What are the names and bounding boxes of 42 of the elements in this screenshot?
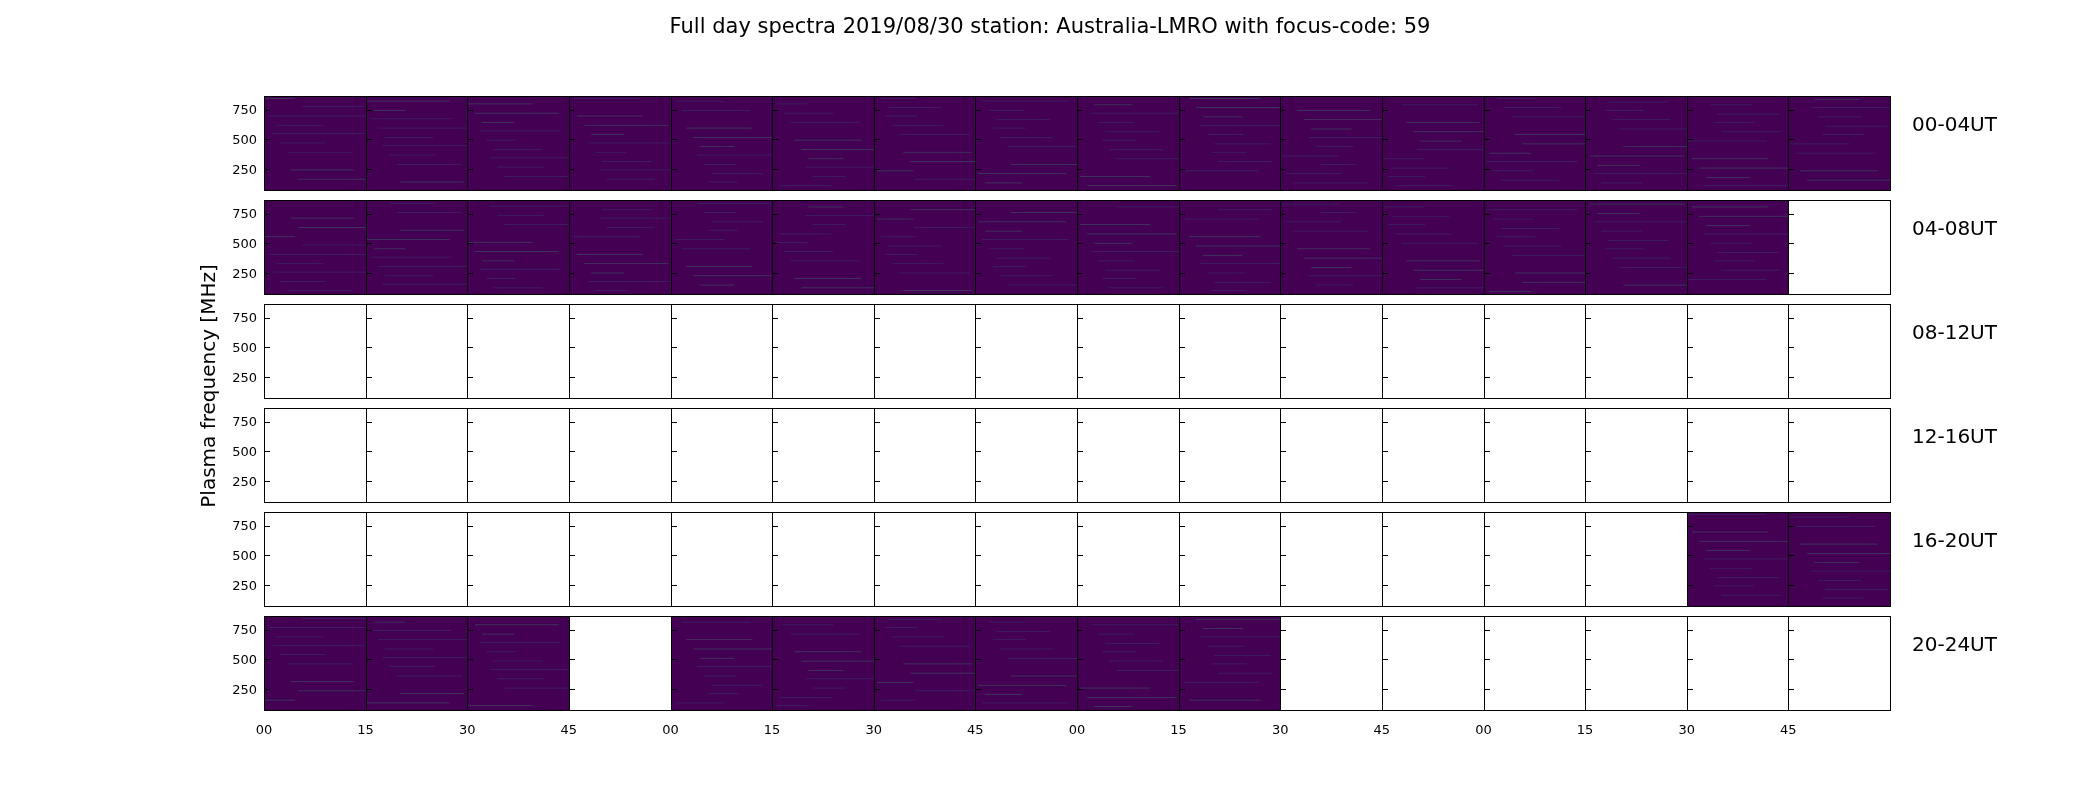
tick-label: 00	[1475, 722, 1492, 737]
tick-label: 500	[232, 651, 257, 667]
tick-label: 250	[232, 577, 257, 593]
tick-label: 15	[1170, 722, 1187, 737]
tick-label: 15	[357, 722, 374, 737]
row-label: 00-04UT	[1911, 111, 1997, 136]
tick-label: 15	[763, 722, 781, 737]
tick-label: 750	[232, 101, 257, 117]
tick-label: 750	[232, 205, 257, 221]
tick-label: 500	[232, 547, 257, 563]
tick-label: 500	[232, 131, 257, 147]
chart-title: Full day spectra 2019/08/30 station: Australia-LMRO with focus-code: 59	[668, 13, 1432, 40]
tick-label: 750	[232, 621, 257, 637]
tick-label: 45	[1373, 722, 1391, 737]
tick-label: 45	[1780, 722, 1797, 737]
row-label: 20-24UT	[1911, 631, 1997, 656]
tick-label: 500	[232, 339, 257, 355]
tick-label: 45	[967, 722, 984, 737]
tick-label: 750	[232, 413, 257, 429]
tick-label: 30	[1678, 722, 1695, 737]
tick-label: 750	[232, 517, 257, 533]
tick-label: 500	[232, 235, 257, 251]
row-label: 16-20UT	[1911, 527, 1997, 552]
tick-label: 250	[232, 369, 257, 385]
row-label: 08-12UT	[1911, 319, 1997, 344]
row-label: 12-16UT	[1911, 423, 1997, 448]
tick-label: 15	[1576, 722, 1594, 737]
tick-label: 500	[232, 443, 257, 459]
tick-label: 45	[560, 722, 578, 737]
tick-label: 30	[459, 722, 476, 737]
tick-label: 30	[865, 722, 882, 737]
tick-label: 250	[232, 473, 257, 489]
tick-label: 250	[232, 265, 257, 281]
tick-label: 00	[255, 722, 273, 737]
axis-label: Plasma frequency [MHz]	[196, 264, 220, 508]
tick-label: 00	[1068, 722, 1086, 737]
tick-label: 750	[232, 309, 257, 325]
tick-label: 250	[232, 161, 257, 177]
tick-label: 30	[1272, 722, 1289, 737]
row-label: 04-08UT	[1911, 215, 1997, 240]
tick-label: 00	[662, 722, 679, 737]
tick-label: 250	[232, 681, 257, 697]
